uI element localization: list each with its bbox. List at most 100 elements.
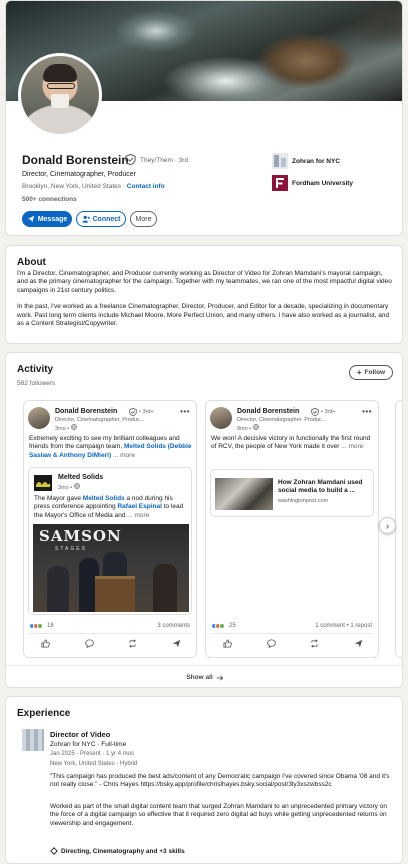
org-name: Zohran for NYC (292, 157, 341, 165)
avatar-cup (51, 94, 69, 108)
profile-location-row: Brooklyn, New York, United States · Cont… (22, 183, 165, 190)
skills-text: Directing, Cinematography and +3 skills (61, 847, 185, 855)
message-button[interactable]: Message (22, 211, 72, 227)
activity-post[interactable]: Donald Borenstein • 3rd+ ••• Director, C… (205, 400, 379, 658)
reaction-count: 25 (229, 623, 236, 629)
connect-button[interactable]: Connect (76, 211, 126, 227)
company-logo-icon[interactable] (22, 729, 44, 751)
experience-title: Experience (17, 708, 71, 719)
repost-time-text: 3mo • (58, 485, 73, 491)
message-label: Message (37, 215, 68, 223)
reposted-content[interactable]: Melted Solids 3mo • The Mayor gave Melte… (28, 467, 192, 615)
post-actions (206, 639, 378, 648)
repost-author-name[interactable]: Melted Solids (58, 474, 103, 481)
profile-card: Donald Borenstein They/Them · 3rd Direct… (5, 0, 403, 236)
post-author-name[interactable]: Donald Borenstein (237, 408, 299, 415)
profile-avatar[interactable] (18, 53, 102, 137)
repost-icon[interactable] (128, 639, 137, 648)
repost-text: The Mayor gave Melted Solids a nod durin… (34, 495, 190, 520)
activity-post[interactable]: Donald Borenstein • 3rd+ ••• Director, C… (23, 400, 197, 658)
post-options-icon[interactable]: ••• (362, 407, 372, 416)
profile-pronouns: They/Them · 3rd (140, 157, 188, 164)
about-paragraph: In the past, I've worked as a freelance … (17, 303, 390, 328)
job-quote: "This campaign has produced the best ads… (50, 773, 396, 790)
quote-source-link[interactable]: https://bsky.app/profile/chrislhayes.bsk… (140, 781, 331, 788)
org-name: Fordham University (292, 179, 354, 187)
see-more-link[interactable]: ... more (341, 443, 363, 450)
org-zohran[interactable]: Zohran for NYC (272, 153, 340, 169)
article-link-preview[interactable]: How Zohran Mamdani used social media to … (210, 469, 374, 517)
mention-link[interactable]: Rafael Espinal (117, 503, 161, 510)
job-dates: Jan 2025 - Present · 1 yr 4 mos (50, 751, 135, 757)
image-podium (95, 576, 135, 612)
contact-info-link[interactable]: Contact info (127, 183, 165, 190)
reaction-icons (29, 623, 43, 629)
post-time-text: 9mo • (237, 426, 252, 432)
globe-icon (73, 483, 80, 489)
add-person-icon (81, 215, 90, 223)
article-source: washingtonpost.com (278, 498, 329, 504)
show-all-activity-button[interactable]: Show all (6, 665, 402, 687)
like-icon[interactable] (41, 639, 51, 648)
post-divider (210, 633, 374, 634)
reaction-summary[interactable]: 25 (211, 623, 236, 629)
reaction-summary[interactable]: 18 (29, 623, 54, 629)
about-card: About I'm a Director, Cinematographer, a… (5, 245, 403, 344)
post-degree: • 3rd+ (321, 409, 336, 415)
more-button[interactable]: More (130, 211, 157, 227)
repost-icon[interactable] (310, 639, 319, 648)
job-skills[interactable]: Directing, Cinematography and +3 skills (50, 847, 185, 855)
job-title: Director of Video (50, 730, 111, 739)
post-actions (24, 639, 196, 648)
see-more-link[interactable]: ... more (127, 512, 149, 519)
send-icon (27, 215, 34, 223)
post-time-text: 3mo • (55, 426, 70, 432)
melted-solids-logo-icon (34, 475, 52, 491)
post-author-avatar[interactable] (28, 407, 50, 429)
follow-button[interactable]: + Follow (349, 365, 393, 380)
connection-degree: · 3rd (174, 157, 189, 164)
comments-reposts-count[interactable]: 1 comment • 1 repost (315, 623, 372, 629)
reaction-count: 18 (47, 623, 54, 629)
support-reaction-icon (37, 623, 43, 629)
about-title: About (17, 257, 46, 268)
article-title: How Zohran Mamdani used social media to … (278, 479, 363, 495)
comment-icon[interactable] (84, 639, 94, 648)
support-reaction-icon (219, 623, 225, 629)
image-person (47, 566, 69, 612)
verified-shield-icon (129, 408, 137, 416)
press-conference-image[interactable]: SAMSON STAGES (33, 524, 189, 612)
org-fordham[interactable]: Fordham University (272, 175, 353, 191)
mention-link[interactable]: Melted Solids (83, 495, 125, 502)
verified-shield-icon[interactable] (125, 154, 136, 165)
experience-card: Experience Director of Video Zohran for … (5, 696, 403, 864)
globe-icon (252, 424, 259, 430)
post-divider (28, 633, 192, 634)
connections-count[interactable]: 500+ connections (22, 196, 77, 203)
profile-name: Donald Borenstein (22, 153, 129, 167)
post-text: Extremely exciting to see my brilliant c… (29, 435, 193, 460)
post-author-headline: Director, Cinematographer, Produc... (237, 417, 327, 423)
post-author-name[interactable]: Donald Borenstein (55, 408, 117, 415)
like-icon[interactable] (223, 639, 233, 648)
show-all-label: Show all (186, 674, 213, 681)
job-company: Zohran for NYC · Full-time (50, 741, 127, 748)
post-options-icon[interactable]: ••• (180, 407, 190, 416)
post-author-avatar[interactable] (210, 407, 232, 429)
see-more-link[interactable]: ... more (113, 452, 135, 459)
followers-count: 582 followers (17, 380, 56, 387)
image-sign-sub: STAGES (55, 546, 87, 552)
skills-diamond-icon (50, 847, 58, 855)
article-thumbnail (215, 478, 273, 510)
activity-title: Activity (17, 364, 54, 375)
send-icon[interactable] (172, 639, 181, 648)
send-icon[interactable] (354, 639, 363, 648)
repost-time: 3mo • (58, 483, 80, 491)
comments-count[interactable]: 3 comments (157, 623, 190, 629)
globe-icon (70, 424, 77, 430)
image-sign-word: SAMSON (39, 527, 122, 545)
job-description: Worked as part of the small digital cont… (50, 803, 387, 827)
plus-icon: + (356, 368, 362, 377)
comment-icon[interactable] (266, 639, 276, 648)
carousel-next-arrow-icon[interactable]: › (379, 517, 396, 534)
